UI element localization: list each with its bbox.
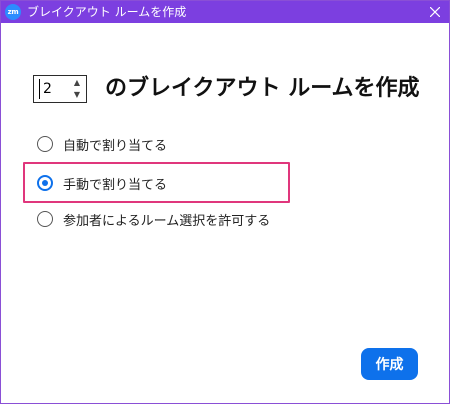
radio-manual-assign[interactable]	[37, 175, 53, 191]
window-title: ブレイクアウト ルームを作成	[27, 5, 187, 19]
app-icon-text: zm	[7, 8, 19, 16]
increment-arrow-icon[interactable]: ▲	[71, 77, 83, 89]
option-auto-assign-label: 自動で割り当てる	[63, 138, 168, 154]
room-count-stepper[interactable]: 2 ▲ ▼	[33, 75, 87, 103]
breakout-room-dialog: zm ブレイクアウト ルームを作成 2 ▲ ▼ のブレイクアウト ルームを作成 …	[0, 0, 450, 404]
zoom-app-icon: zm	[5, 4, 21, 20]
title-bar: zm ブレイクアウト ルームを作成	[1, 1, 449, 23]
close-icon	[430, 7, 440, 17]
create-button[interactable]: 作成	[361, 348, 418, 380]
option-manual-assign-label: 手動で割り当てる	[63, 177, 168, 193]
option-manual-assign[interactable]: 手動で割り当てる	[37, 172, 167, 194]
decrement-arrow-icon[interactable]: ▼	[71, 89, 83, 101]
room-count-row: 2 ▲ ▼ のブレイクアウト ルームを作成	[33, 73, 420, 105]
option-participant-choose-label: 参加者によるルーム選択を許可する	[63, 213, 271, 229]
room-count-heading: のブレイクアウト ルームを作成	[105, 76, 420, 101]
option-auto-assign[interactable]: 自動で割り当てる	[37, 133, 167, 155]
radio-participant-choose[interactable]	[37, 211, 53, 227]
close-button[interactable]	[421, 1, 449, 23]
option-participant-choose[interactable]: 参加者によるルーム選択を許可する	[37, 208, 270, 230]
radio-auto-assign[interactable]	[37, 136, 53, 152]
room-count-input[interactable]: 2	[39, 79, 71, 99]
